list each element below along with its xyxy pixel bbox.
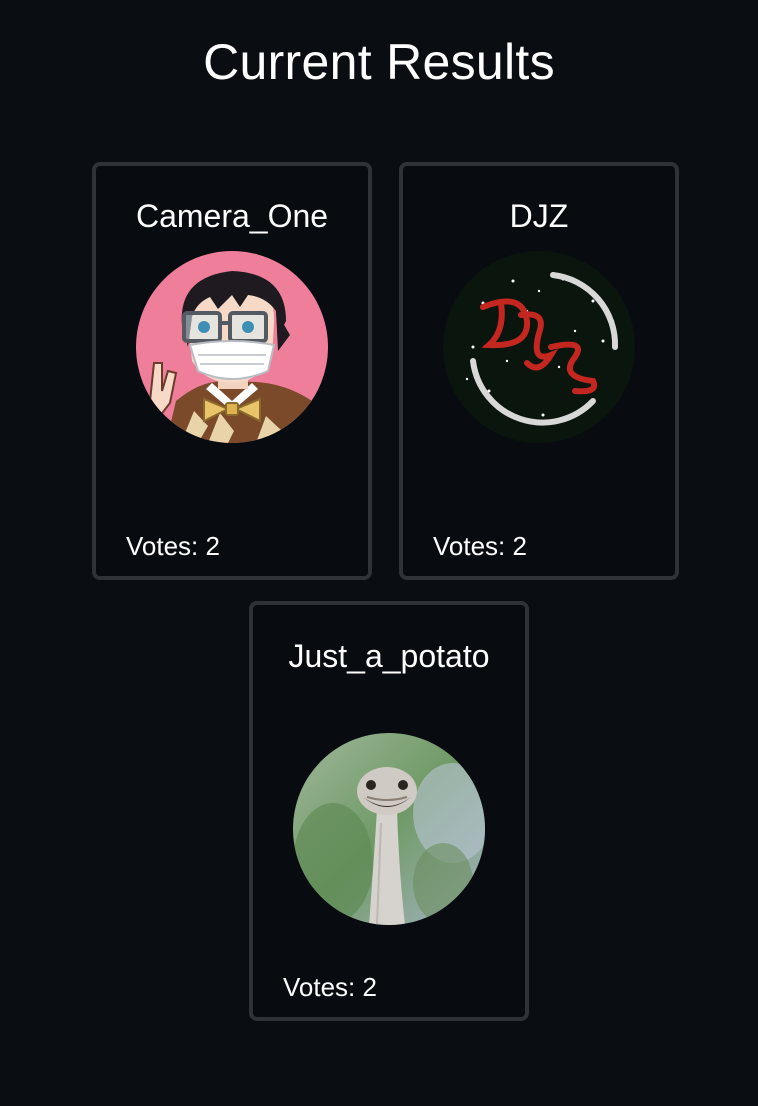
ostrich-photo-icon: [293, 733, 485, 925]
votes-label: Votes:: [433, 531, 506, 561]
vote-count: Votes: 2: [283, 971, 377, 1003]
vote-count: Votes: 2: [433, 530, 527, 562]
votes-label: Votes:: [283, 972, 356, 1002]
candidate-name: Just_a_potato: [288, 638, 490, 674]
anime-avatar-icon: [136, 251, 328, 443]
votes-value: 2: [205, 531, 220, 561]
result-card-just-a-potato[interactable]: Just_a_potato Votes: 2: [249, 601, 529, 1021]
vote-count: Votes: 2: [126, 530, 220, 562]
votes-label: Votes:: [126, 531, 199, 561]
votes-value: 2: [512, 531, 527, 561]
candidate-name: Camera_One: [135, 198, 329, 234]
page-title: Current Results: [203, 34, 555, 90]
result-card-djz[interactable]: DJZ Votes: 2: [399, 162, 679, 580]
djz-logo-icon: [443, 251, 635, 443]
result-card-camera-one[interactable]: Camera_One Votes: 2: [92, 162, 372, 580]
candidate-name: DJZ: [509, 198, 569, 234]
votes-value: 2: [362, 972, 377, 1002]
results-page: Current Results Camera_One Votes: 2 DJZ …: [0, 0, 758, 1106]
